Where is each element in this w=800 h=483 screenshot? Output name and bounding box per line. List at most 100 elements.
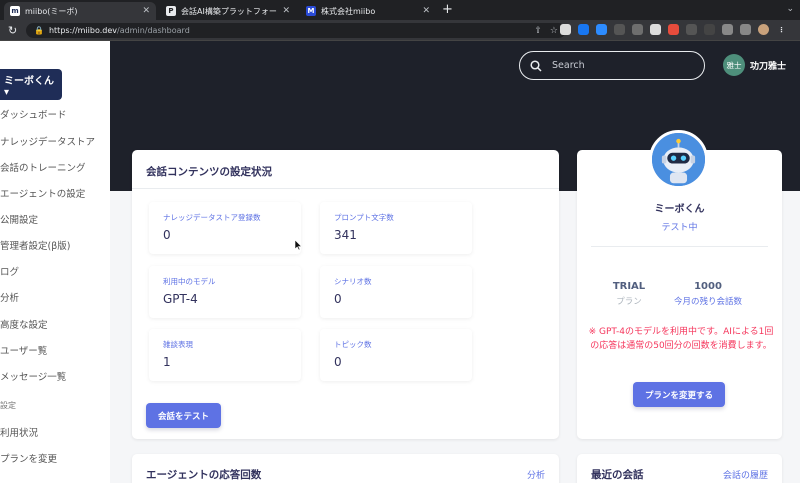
stat-value: 0: [334, 355, 342, 369]
plan-info: TRIAL プラン: [604, 281, 654, 307]
divider: [132, 188, 559, 189]
sidebar-item-messages[interactable]: メッセージ一覧: [0, 369, 66, 383]
browser-tabbar: m miibo(ミーボ) ✕ P 会話AI構築プラットフォーム「mii ✕ M …: [0, 0, 800, 20]
address-bar[interactable]: 🔒 https://miibo.dev/admin/dashboard ⇪ ☆: [26, 23, 566, 38]
sidebar-item-training[interactable]: 会話のトレーニング: [0, 160, 86, 174]
close-icon[interactable]: ✕: [142, 6, 150, 16]
bookmark-star-icon[interactable]: ☆: [550, 26, 558, 36]
avatar: 雅士: [723, 54, 745, 76]
extension-icon[interactable]: [560, 24, 571, 35]
stat-model: 利用中のモデル GPT-4: [149, 266, 301, 318]
analytics-link[interactable]: 分析: [527, 468, 545, 481]
sidebar-item-plan[interactable]: プランを変更: [0, 451, 57, 465]
plan-value: TRIAL: [612, 281, 646, 292]
tab-title: 株式会社miibo: [321, 6, 376, 16]
sidebar-item-publish[interactable]: 公開設定: [0, 212, 38, 226]
profile-avatar[interactable]: [758, 24, 769, 35]
close-icon[interactable]: ✕: [282, 6, 290, 16]
user-name: 功刀雅士: [750, 61, 787, 72]
puzzle-icon[interactable]: [722, 24, 733, 35]
stat-value: 1: [163, 355, 171, 369]
new-tab-button[interactable]: +: [442, 2, 453, 17]
tab-search-icon[interactable]: ⌄: [786, 4, 794, 14]
sidebar-item-dashboard[interactable]: ダッシュボード: [0, 107, 67, 121]
extension-icon[interactable]: [668, 24, 679, 35]
history-link[interactable]: 会話の履歴: [723, 468, 768, 481]
extension-icon[interactable]: [704, 24, 715, 35]
stat-value: GPT-4: [163, 292, 198, 306]
sidebar-item-log[interactable]: ログ: [0, 264, 19, 278]
stat-label: シナリオ数: [334, 277, 372, 286]
extension-icon[interactable]: [614, 24, 625, 35]
stat-prompt-length: プロンプト文字数 341: [320, 202, 472, 254]
stat-knowledge-count: ナレッジデータストア登録数 0: [149, 202, 301, 254]
bot-avatar: [649, 130, 708, 189]
mouse-cursor-icon: [295, 240, 302, 250]
card-title: エージェントの応答回数: [146, 469, 262, 481]
tab-title: 会話AI構築プラットフォーム「mii: [181, 6, 277, 16]
stat-chitchat: 雑談表現 1: [149, 329, 301, 381]
close-icon[interactable]: ✕: [422, 6, 430, 16]
company-favicon-icon: M: [306, 6, 316, 16]
extension-icon[interactable]: [632, 24, 643, 35]
remaining-info: 1000 今月の残り会話数: [666, 281, 750, 307]
recent-conversations-card: 最近の会話 会話の履歴: [577, 454, 782, 483]
bot-name: ミーボくん: [654, 204, 705, 215]
model-warning: ※ GPT-4のモデルを利用中です。AIによる1回の応答は通常の50回分の回数を…: [588, 327, 774, 351]
robot-icon: [652, 133, 705, 186]
menu-icon[interactable]: ⋮: [776, 24, 787, 35]
card-title: 会話コンテンツの設定状況: [146, 166, 272, 178]
settings-status-card: 会話コンテンツの設定状況 ナレッジデータストア登録数 0 プロンプト文字数 34…: [132, 150, 559, 439]
sidebar-item-advanced[interactable]: 高度な設定: [0, 317, 48, 331]
test-conversation-button[interactable]: 会話をテスト: [146, 403, 221, 428]
extension-icon[interactable]: [650, 24, 661, 35]
search-placeholder: Search: [552, 60, 585, 71]
platform-favicon-icon: P: [166, 6, 176, 16]
stat-scenario-count: シナリオ数 0: [320, 266, 472, 318]
stat-label: トピック数: [334, 340, 372, 349]
share-icon[interactable]: ⇪: [534, 26, 542, 36]
sidepanel-icon[interactable]: [740, 24, 751, 35]
sidebar-item-admin[interactable]: 管理者設定(β版): [0, 238, 70, 252]
stat-topic-count: トピック数 0: [320, 329, 472, 381]
extension-icon[interactable]: [578, 24, 589, 35]
url-host: https://miibo.dev: [48, 26, 117, 35]
stat-value: 341: [334, 228, 357, 242]
miibo-favicon-icon: m: [10, 6, 20, 16]
plan-label: プラン: [616, 297, 642, 307]
remaining-label: 今月の残り会話数: [673, 297, 742, 307]
stat-label: プロンプト文字数: [334, 213, 394, 222]
remaining-value: 1000: [694, 281, 722, 292]
browser-tab-company[interactable]: M 株式会社miibo ✕: [300, 2, 436, 20]
extensions-bar: ⋮: [560, 24, 787, 35]
stat-value: 0: [163, 228, 171, 242]
sidebar-item-knowledge[interactable]: ナレッジデータストア: [0, 134, 95, 148]
sidebar-item-users[interactable]: ユーザー覧: [0, 343, 47, 357]
browser-tab-platform[interactable]: P 会話AI構築プラットフォーム「mii ✕: [160, 2, 296, 20]
sidebar: ミーボくん ▾ ダッシュボード ナレッジデータストア 会話のトレーニング エージ…: [0, 41, 110, 483]
bot-selector-button[interactable]: ミーボくん ▾: [0, 69, 62, 100]
sidebar-item-analytics[interactable]: 分析: [0, 290, 19, 304]
extension-icon[interactable]: [596, 24, 607, 35]
search-icon: [530, 59, 542, 72]
stat-label: ナレッジデータストア登録数: [163, 213, 261, 222]
url-path: /admin/dashboard: [117, 26, 190, 35]
stat-label: 利用中のモデル: [163, 277, 216, 286]
sidebar-item-agent[interactable]: エージェントの設定: [0, 186, 85, 200]
extension-icon[interactable]: [686, 24, 697, 35]
browser-toolbar: ↻ 🔒 https://miibo.dev/admin/dashboard ⇪ …: [0, 20, 800, 41]
stat-label: 雑談表現: [163, 340, 193, 349]
sidebar-section-label: 設定: [0, 401, 16, 410]
tab-title: miibo(ミーボ): [25, 6, 78, 16]
bot-status: テスト中: [661, 223, 698, 233]
search-input[interactable]: Search: [519, 51, 705, 80]
divider: [591, 246, 768, 247]
card-title: 最近の会話: [591, 469, 644, 481]
browser-tab-miibo[interactable]: m miibo(ミーボ) ✕: [4, 2, 156, 20]
lock-icon: 🔒: [34, 26, 44, 35]
response-count-card: エージェントの応答回数 分析: [132, 454, 559, 483]
reload-icon[interactable]: ↻: [8, 24, 17, 37]
sidebar-item-usage[interactable]: 利用状況: [0, 425, 38, 439]
change-plan-button[interactable]: プランを変更する: [633, 382, 725, 407]
user-menu[interactable]: 雅士 功刀雅士: [723, 54, 786, 76]
